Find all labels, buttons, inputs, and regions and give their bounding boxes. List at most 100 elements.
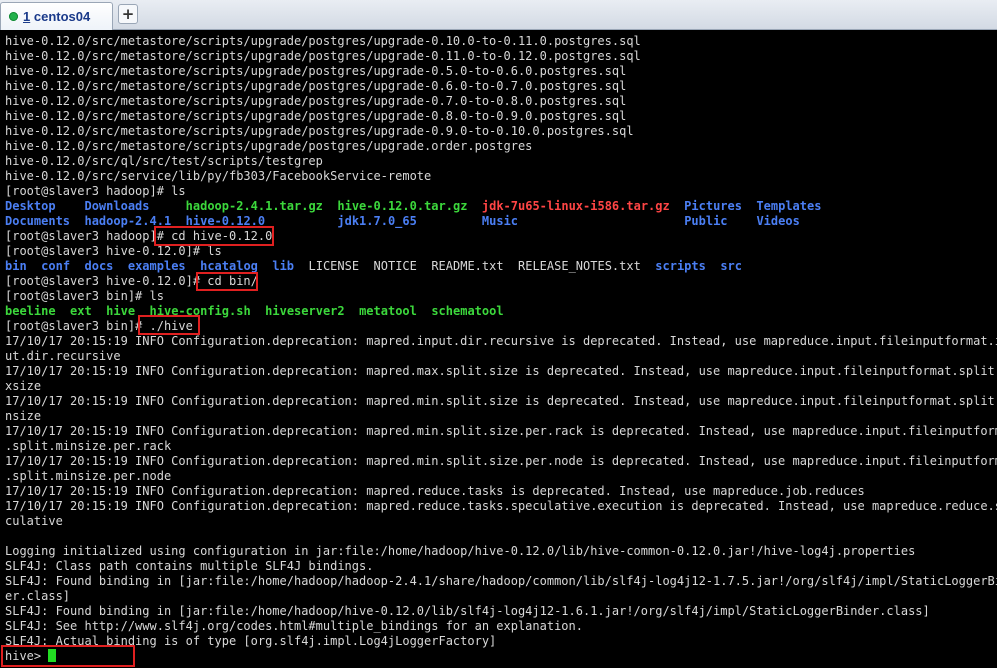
terminal-line: Desktop Downloads hadoop-2.4.1.tar.gz hi… — [5, 199, 997, 214]
listing-entry: hiveserver2 — [265, 304, 345, 318]
terminal-line: nsize — [5, 409, 997, 424]
highlight-hive-prompt — [1, 645, 135, 667]
new-tab-button[interactable]: + — [118, 4, 138, 24]
terminal-line: SLF4J: See http://www.slf4j.org/codes.ht… — [5, 619, 997, 634]
terminal-text: SLF4J: Found binding in [jar:file:/home/… — [5, 574, 997, 588]
listing-entry: examples — [127, 259, 186, 273]
terminal-text: hive-0.12.0/src/metastore/scripts/upgrad… — [5, 109, 627, 123]
terminal-text: hive-0.12.0/src/metastore/scripts/upgrad… — [5, 64, 627, 78]
terminal-text: 17/10/17 20:15:19 INFO Configuration.dep… — [5, 424, 997, 438]
terminal-text: SLF4J: Class path contains multiple SLF4… — [5, 559, 374, 573]
listing-entry: Desktop — [5, 199, 56, 213]
plus-icon: + — [121, 5, 135, 23]
terminal-line: culative — [5, 514, 997, 529]
highlight-cd-hive — [154, 226, 274, 246]
terminal-text: 17/10/17 20:15:19 INFO Configuration.dep… — [5, 364, 997, 378]
listing-entry: bin — [5, 259, 27, 273]
terminal-text: SLF4J: See http://www.slf4j.org/codes.ht… — [5, 619, 583, 633]
listing-entry: hadoop-2.4.1.tar.gz — [185, 199, 323, 213]
listing-entry: hive-0.12.0.tar.gz — [337, 199, 468, 213]
listing-entry: hive — [106, 304, 136, 318]
tab-centos04[interactable]: 1 centos04 — [0, 2, 113, 30]
terminal-line: 17/10/17 20:15:19 INFO Configuration.dep… — [5, 499, 997, 514]
terminal-text: hive-0.12.0/src/metastore/scripts/upgrad… — [5, 34, 641, 48]
terminal-line: SLF4J: Found binding in [jar:file:/home/… — [5, 604, 997, 619]
terminal-line: 17/10/17 20:15:19 INFO Configuration.dep… — [5, 364, 997, 379]
terminal-text: culative — [5, 514, 63, 528]
listing-entry: Templates — [756, 199, 822, 213]
listing-entry: lib — [272, 259, 295, 273]
terminal-text: ut.dir.recursive — [5, 349, 121, 363]
terminal-line: hive-0.12.0/src/metastore/scripts/upgrad… — [5, 79, 997, 94]
terminal-text: 17/10/17 20:15:19 INFO Configuration.dep… — [5, 484, 865, 498]
listing-entry: src — [720, 259, 742, 273]
hive-prompt-line: hive> — [5, 649, 997, 664]
listing-entry: Downloads — [84, 199, 150, 213]
terminal-line: 17/10/17 20:15:19 INFO Configuration.dep… — [5, 424, 997, 439]
terminal-line: Logging initialized using configuration … — [5, 544, 997, 559]
terminal-text: hive-0.12.0/src/metastore/scripts/upgrad… — [5, 79, 627, 93]
terminal-line: [root@slaver3 hadoop]# ls — [5, 184, 997, 199]
terminal-text: [root@slaver3 hadoop]# ls — [5, 184, 186, 198]
tab-bar: 1 centos04 + — [0, 0, 997, 30]
connected-status-icon — [9, 12, 18, 21]
terminal-line: hive-0.12.0/src/metastore/scripts/upgrad… — [5, 34, 997, 49]
listing-entry: Videos — [756, 214, 800, 228]
terminal-line: 17/10/17 20:15:19 INFO Configuration.dep… — [5, 394, 997, 409]
terminal-line: SLF4J: Class path contains multiple SLF4… — [5, 559, 997, 574]
terminal-line: [root@slaver3 bin]# ls — [5, 289, 997, 304]
terminal-text: er.class] — [5, 589, 71, 603]
terminal-text: hive-0.12.0/src/metastore/scripts/upgrad… — [5, 49, 641, 63]
terminal-line: hive-0.12.0/src/ql/src/test/scripts/test… — [5, 154, 997, 169]
terminal-line: hive-0.12.0/src/metastore/scripts/upgrad… — [5, 94, 997, 109]
terminal-text: hive-0.12.0/src/ql/src/test/scripts/test… — [5, 154, 323, 168]
terminal-text: hive-0.12.0/src/metastore/scripts/upgrad… — [5, 124, 634, 138]
terminal-line: [root@slaver3 hive-0.12.0]# cd bin/ — [5, 274, 997, 289]
listing-entry: Music — [481, 214, 519, 228]
listing-entry: Documents — [5, 214, 71, 228]
terminal-text: [root@slaver3 bin]# ls — [5, 289, 164, 303]
terminal-line: SLF4J: Found binding in [jar:file:/home/… — [5, 574, 997, 589]
terminal-line: .split.minsize.per.node — [5, 469, 997, 484]
terminal-line: hive-0.12.0/src/metastore/scripts/upgrad… — [5, 64, 997, 79]
listing-entry: hcatalog — [200, 259, 258, 273]
terminal-line: xsize — [5, 379, 997, 394]
terminal-line: hive-0.12.0/src/metastore/scripts/upgrad… — [5, 109, 997, 124]
listing-entry: metatool — [359, 304, 417, 318]
listing-entry: scripts — [655, 259, 706, 273]
terminal-line: bin conf docs examples hcatalog lib LICE… — [5, 259, 997, 274]
terminal-line: SLF4J: Actual binding is of type [org.sl… — [5, 634, 997, 649]
terminal-line: hive-0.12.0/src/metastore/scripts/upgrad… — [5, 49, 997, 64]
terminal-text: LICENSE NOTICE README.txt RELEASE_NOTES.… — [294, 259, 656, 273]
listing-entry: schematool — [431, 304, 504, 318]
terminal-text: hive-0.12.0/src/metastore/scripts/upgrad… — [5, 139, 533, 153]
terminal-text: [root@slaver3 hive-0.12.0]# ls — [5, 244, 222, 258]
tab-label: 1 centos04 — [23, 9, 91, 24]
terminal-line: hive-0.12.0/src/metastore/scripts/upgrad… — [5, 139, 997, 154]
terminal-line: 17/10/17 20:15:19 INFO Configuration.dep… — [5, 484, 997, 499]
highlight-cd-bin — [196, 272, 258, 291]
terminal-text: 17/10/17 20:15:19 INFO Configuration.dep… — [5, 394, 997, 408]
terminal-text: .split.minsize.per.rack — [5, 439, 172, 453]
listing-entry: beeline — [5, 304, 56, 318]
terminal-output[interactable]: hive-0.12.0/src/metastore/scripts/upgrad… — [0, 30, 997, 668]
terminal-line: ut.dir.recursive — [5, 349, 997, 364]
terminal-text: Logging initialized using configuration … — [5, 544, 916, 558]
terminal-text: xsize — [5, 379, 42, 393]
terminal-text: 17/10/17 20:15:19 INFO Configuration.dep… — [5, 454, 997, 468]
terminal-line: 17/10/17 20:15:19 INFO Configuration.dep… — [5, 334, 997, 349]
